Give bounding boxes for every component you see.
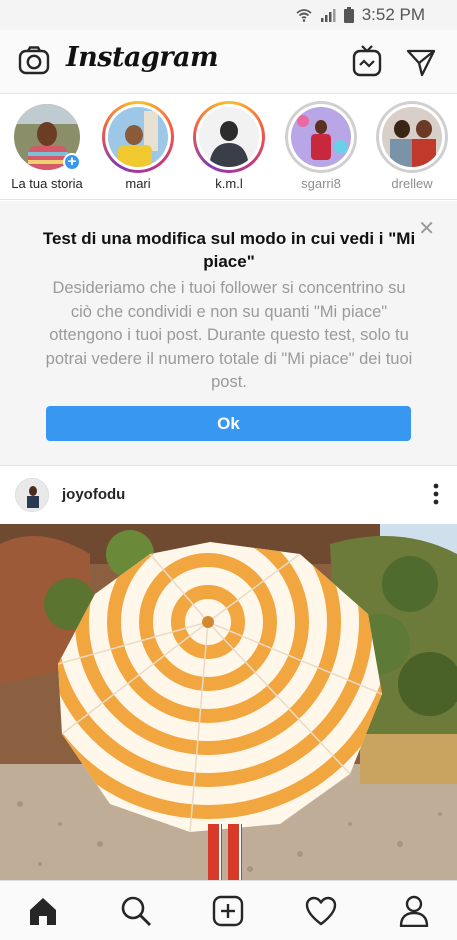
direct-message-button[interactable] bbox=[405, 46, 437, 83]
story-ring bbox=[376, 101, 448, 173]
notice-title: Test di una modifica sul modo in cui ved… bbox=[42, 229, 416, 271]
umbrella-photo bbox=[0, 524, 457, 880]
story-mari[interactable]: mari bbox=[97, 101, 179, 191]
story-ring bbox=[102, 101, 174, 173]
profile-icon bbox=[399, 895, 429, 927]
post-header: joyofodu bbox=[0, 467, 457, 523]
avatar bbox=[108, 107, 168, 167]
nav-activity[interactable] bbox=[303, 893, 339, 929]
story-label: mari bbox=[125, 176, 151, 191]
story-sgarri8[interactable]: sgarri8 bbox=[280, 101, 362, 191]
post-image[interactable] bbox=[0, 524, 457, 880]
camera-button[interactable] bbox=[17, 44, 51, 83]
avatar[interactable] bbox=[15, 478, 49, 512]
bottom-nav bbox=[0, 880, 457, 940]
story-label: sgarri8 bbox=[301, 176, 341, 191]
add-story-icon: + bbox=[63, 153, 81, 171]
paper-plane-icon bbox=[406, 49, 436, 77]
nav-home[interactable] bbox=[25, 893, 61, 929]
home-icon bbox=[30, 898, 56, 925]
ok-button[interactable]: Ok bbox=[46, 406, 411, 441]
camera-icon bbox=[18, 46, 50, 75]
signal-icon bbox=[320, 9, 336, 22]
post-username[interactable]: joyofodu bbox=[62, 486, 125, 503]
story-drellew[interactable]: drellew bbox=[371, 101, 453, 191]
likes-test-notice: ✕ Test di una modifica sul modo in cui v… bbox=[0, 201, 457, 466]
igtv-button[interactable] bbox=[351, 44, 383, 83]
story-ring bbox=[285, 101, 357, 173]
avatar bbox=[199, 107, 259, 167]
story-ring: + bbox=[11, 101, 83, 173]
nav-new-post[interactable] bbox=[210, 893, 246, 929]
nav-profile[interactable] bbox=[396, 893, 432, 929]
more-options-button[interactable] bbox=[433, 483, 439, 510]
story-label: La tua storia bbox=[11, 176, 83, 191]
add-post-icon bbox=[212, 895, 244, 927]
avatar bbox=[382, 107, 442, 167]
avatar bbox=[291, 107, 351, 167]
app-logo: Instagram bbox=[66, 42, 219, 73]
story-kml[interactable]: k.m.l bbox=[188, 101, 270, 191]
status-bar: 3:52 PM bbox=[0, 0, 457, 30]
close-icon[interactable]: ✕ bbox=[418, 219, 435, 239]
igtv-icon bbox=[352, 45, 382, 77]
nav-search[interactable] bbox=[118, 893, 154, 929]
top-bar: Instagram bbox=[0, 30, 457, 94]
wifi-icon bbox=[296, 9, 312, 22]
status-time: 3:52 PM bbox=[361, 5, 425, 24]
story-own[interactable]: + La tua storia bbox=[6, 101, 88, 191]
more-vertical-icon bbox=[433, 483, 439, 505]
search-icon bbox=[121, 896, 151, 926]
story-label: k.m.l bbox=[215, 176, 243, 191]
story-label: drellew bbox=[391, 176, 433, 191]
heart-icon bbox=[305, 896, 337, 926]
stories-tray: + La tua storia mari k.m.l sgarri8 drell… bbox=[0, 95, 457, 200]
battery-icon bbox=[343, 7, 354, 23]
notice-body: Desideriamo che i tuoi follower si conce… bbox=[45, 279, 413, 391]
story-ring bbox=[193, 101, 265, 173]
